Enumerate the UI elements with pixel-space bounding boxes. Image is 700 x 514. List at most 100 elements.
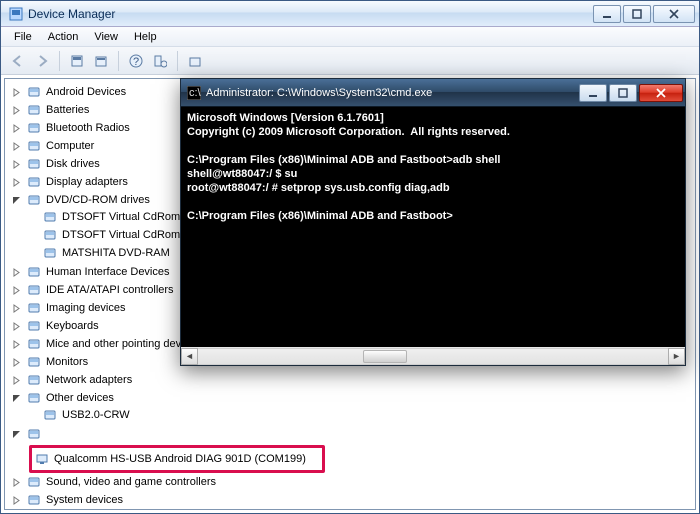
toolbar: ? bbox=[1, 47, 699, 75]
device-manager-title: Device Manager bbox=[28, 7, 591, 21]
toolbar-help-icon[interactable]: ? bbox=[125, 50, 147, 72]
device-icon bbox=[26, 318, 42, 334]
cmd-title: Administrator: C:\Windows\System32\cmd.e… bbox=[206, 87, 577, 99]
device-icon bbox=[26, 84, 42, 100]
tree-item-label: Imaging devices bbox=[46, 300, 126, 316]
device-icon bbox=[26, 300, 42, 316]
scroll-thumb[interactable] bbox=[363, 350, 407, 363]
cmd-body[interactable]: Microsoft Windows [Version 6.1.7601] Cop… bbox=[181, 107, 685, 347]
menu-view[interactable]: View bbox=[86, 29, 126, 45]
tree-item-label: Sound, video and game controllers bbox=[46, 474, 216, 490]
tree-item-label: IDE ATA/ATAPI controllers bbox=[46, 282, 174, 298]
device-icon bbox=[26, 474, 42, 490]
menu-action[interactable]: Action bbox=[40, 29, 87, 45]
cmd-line-3: C:\Program Files (x86)\Minimal ADB and F… bbox=[187, 154, 500, 166]
scroll-track[interactable] bbox=[198, 348, 668, 365]
tree-item[interactable]: USB2.0-CRW bbox=[27, 406, 695, 424]
cmd-line-5: root@wt88047:/ # setprop sys.usb.config … bbox=[187, 182, 450, 194]
tree-item-label: DVD/CD-ROM drives bbox=[46, 192, 150, 208]
device-icon bbox=[26, 138, 42, 154]
nav-forward-button bbox=[31, 50, 53, 72]
expand-icon[interactable] bbox=[11, 495, 22, 506]
toolbar-scan-icon[interactable] bbox=[149, 50, 171, 72]
cmd-maximize-button[interactable] bbox=[609, 84, 637, 102]
expand-icon[interactable] bbox=[11, 267, 22, 278]
cmd-line-7: C:\Program Files (x86)\Minimal ADB and F… bbox=[187, 210, 453, 222]
device-icon bbox=[26, 390, 42, 406]
expand-icon[interactable] bbox=[11, 357, 22, 368]
cmd-window[interactable]: c:\ Administrator: C:\Windows\System32\c… bbox=[180, 78, 686, 366]
tree-item[interactable]: Other devicesUSB2.0-CRW bbox=[11, 389, 695, 425]
device-icon bbox=[26, 282, 42, 298]
device-icon bbox=[42, 245, 58, 261]
tree-item-label: Human Interface Devices bbox=[46, 264, 170, 280]
expand-icon[interactable] bbox=[11, 105, 22, 116]
toolbar-icon-5[interactable] bbox=[184, 50, 206, 72]
expand-icon[interactable] bbox=[11, 159, 22, 170]
tree-item-label: System devices bbox=[46, 492, 123, 508]
tree-item[interactable]: Universal Serial Bus controllers bbox=[11, 509, 695, 510]
menu-file[interactable]: File bbox=[6, 29, 40, 45]
cmd-horizontal-scrollbar[interactable]: ◄ ► bbox=[181, 347, 685, 365]
scroll-right-button[interactable]: ► bbox=[668, 348, 685, 365]
collapse-icon[interactable] bbox=[11, 429, 22, 440]
cmd-minimize-button[interactable] bbox=[579, 84, 607, 102]
minimize-button[interactable] bbox=[593, 5, 621, 23]
svg-text:?: ? bbox=[133, 56, 139, 68]
tree-item-label: Computer bbox=[46, 138, 94, 154]
tree-item[interactable]: . bbox=[11, 425, 695, 443]
device-icon bbox=[26, 192, 42, 208]
cmd-line-0: Microsoft Windows [Version 6.1.7601] bbox=[187, 112, 384, 124]
device-icon bbox=[42, 407, 58, 423]
expand-icon[interactable] bbox=[11, 141, 22, 152]
toolbar-icon-2[interactable] bbox=[90, 50, 112, 72]
tree-item[interactable]: System devices bbox=[11, 491, 695, 509]
port-icon bbox=[34, 451, 50, 467]
tree-item-label: Display adapters bbox=[46, 174, 128, 190]
device-manager-titlebar[interactable]: Device Manager bbox=[1, 1, 699, 27]
device-icon bbox=[26, 120, 42, 136]
device-icon bbox=[26, 336, 42, 352]
expand-icon[interactable] bbox=[11, 321, 22, 332]
toolbar-icon-1[interactable] bbox=[66, 50, 88, 72]
menu-help[interactable]: Help bbox=[126, 29, 165, 45]
tree-item[interactable]: Sound, video and game controllers bbox=[11, 473, 695, 491]
maximize-button[interactable] bbox=[623, 5, 651, 23]
device-manager-title-icon bbox=[9, 7, 23, 21]
device-icon bbox=[26, 102, 42, 118]
expand-icon[interactable] bbox=[11, 303, 22, 314]
expand-icon[interactable] bbox=[11, 177, 22, 188]
tree-item-label: Android Devices bbox=[46, 84, 126, 100]
svg-text:c:\: c:\ bbox=[189, 87, 201, 99]
expand-icon[interactable] bbox=[11, 123, 22, 134]
menu-bar: File Action View Help bbox=[1, 27, 699, 47]
tree-item-label: Monitors bbox=[46, 354, 88, 370]
collapse-icon[interactable] bbox=[11, 195, 22, 206]
device-icon bbox=[26, 264, 42, 280]
expand-icon[interactable] bbox=[11, 477, 22, 488]
tree-item-label: Keyboards bbox=[46, 318, 99, 334]
scroll-left-button[interactable]: ◄ bbox=[181, 348, 198, 365]
device-icon bbox=[26, 372, 42, 388]
cmd-close-button[interactable] bbox=[639, 84, 683, 102]
expand-icon[interactable] bbox=[11, 339, 22, 350]
tree-item-label: Mice and other pointing devices bbox=[46, 336, 201, 352]
tree-item-label: USB2.0-CRW bbox=[62, 407, 130, 423]
close-button[interactable] bbox=[653, 5, 695, 23]
collapse-icon[interactable] bbox=[11, 393, 22, 404]
cmd-titlebar[interactable]: c:\ Administrator: C:\Windows\System32\c… bbox=[181, 79, 685, 107]
expand-icon[interactable] bbox=[11, 375, 22, 386]
device-icon bbox=[26, 156, 42, 172]
tree-item-label: Batteries bbox=[46, 102, 89, 118]
expand-icon[interactable] bbox=[11, 87, 22, 98]
tree-item[interactable]: Network adapters bbox=[11, 371, 695, 389]
device-icon bbox=[26, 174, 42, 190]
highlighted-device-row[interactable]: Qualcomm HS-USB Android DIAG 901D (COM19… bbox=[29, 445, 325, 473]
tree-item-label: Bluetooth Radios bbox=[46, 120, 130, 136]
device-icon bbox=[26, 354, 42, 370]
tree-item-label: Network adapters bbox=[46, 372, 132, 388]
nav-back-button bbox=[7, 50, 29, 72]
cmd-line-1: Copyright (c) 2009 Microsoft Corporation… bbox=[187, 126, 510, 138]
device-icon bbox=[42, 209, 58, 225]
expand-icon[interactable] bbox=[11, 285, 22, 296]
